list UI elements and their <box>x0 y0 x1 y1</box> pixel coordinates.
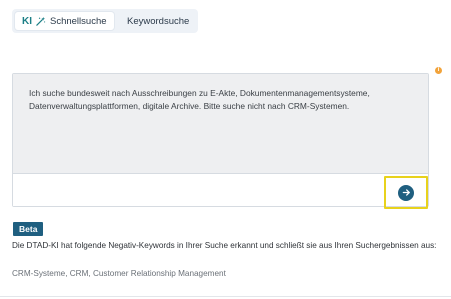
search-mode-tabs: KI Schnellsuche Keywordsuche <box>12 9 198 33</box>
magic-wand-icon <box>35 16 46 27</box>
tab-schnellsuche[interactable]: KI Schnellsuche <box>15 12 114 30</box>
info-icon[interactable]: i <box>435 67 442 74</box>
negative-keywords-info: Die DTAD-KI hat folgende Negativ-Keyword… <box>12 241 437 250</box>
ki-badge: KI <box>22 15 32 27</box>
submit-search-button[interactable] <box>398 184 414 201</box>
search-query-input[interactable]: Ich suche bundesweit nach Ausschreibunge… <box>13 74 428 173</box>
query-footer <box>13 173 428 209</box>
tab-schnellsuche-label: Schnellsuche <box>50 15 107 27</box>
submit-highlight <box>384 176 428 209</box>
beta-badge: Beta <box>13 222 44 236</box>
arrow-right-icon <box>402 188 411 197</box>
tab-keywordsuche[interactable]: Keywordsuche <box>127 12 189 30</box>
search-query-box: Ich suche bundesweit nach Ausschreibunge… <box>12 73 429 209</box>
negative-keywords-list: CRM-Systeme, CRM, Customer Relationship … <box>12 269 226 278</box>
divider <box>0 296 451 297</box>
tab-keywordsuche-label: Keywordsuche <box>127 15 190 27</box>
